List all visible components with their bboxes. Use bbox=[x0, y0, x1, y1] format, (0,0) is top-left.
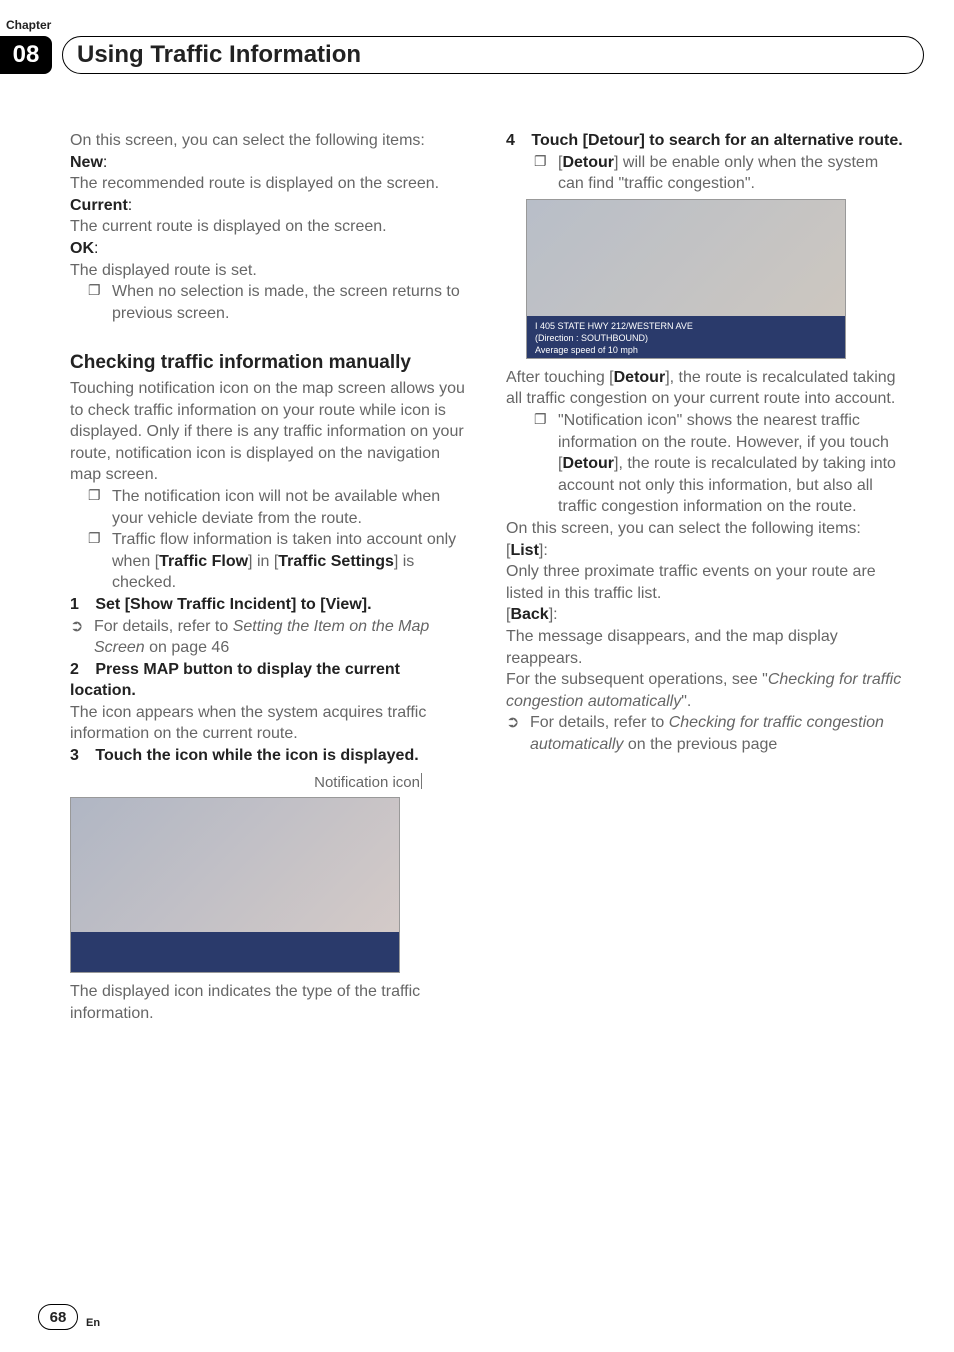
section-bullet-2: Traffic flow information is taken into a… bbox=[112, 529, 470, 594]
left-column: On this screen, you can select the follo… bbox=[70, 130, 470, 1024]
step-1-num: 1 bbox=[70, 596, 79, 613]
map-screenshot-2: I 405 STATE HWY 212/WESTERN AVE (Directi… bbox=[526, 199, 846, 359]
current-desc: The current route is displayed on the sc… bbox=[70, 216, 470, 238]
step-1: 1 Set [Show Traffic Incident] to [View]. bbox=[70, 594, 470, 616]
back-label: Back bbox=[510, 606, 548, 623]
step-2-text: Press MAP button to display the current … bbox=[70, 661, 400, 700]
b2-mid: ] in [ bbox=[248, 553, 278, 570]
step-2-desc: The icon appears when the system acquire… bbox=[70, 702, 470, 745]
banner-line-3: Average speed of 10 mph bbox=[535, 344, 837, 356]
map-banner bbox=[71, 932, 399, 972]
intro-text: On this screen, you can select the follo… bbox=[70, 130, 470, 152]
step-3-num: 3 bbox=[70, 747, 79, 764]
ok-desc: The displayed route is set. bbox=[70, 260, 470, 282]
back-row: [Back]: bbox=[506, 604, 906, 626]
chapter-number-badge: 08 bbox=[0, 36, 52, 74]
step-3-text: Touch the icon while the icon is display… bbox=[95, 747, 418, 764]
items-intro: On this screen, you can select the follo… bbox=[506, 518, 906, 540]
b2-traffic-settings: Traffic Settings bbox=[278, 553, 394, 570]
rref-pre: For details, refer to bbox=[530, 714, 669, 731]
img-desc: The displayed icon indicates the type of… bbox=[70, 981, 470, 1024]
s4b-detour: Detour bbox=[562, 154, 614, 171]
new-label: New bbox=[70, 154, 103, 171]
list-label: List bbox=[510, 542, 538, 559]
colon: : bbox=[128, 197, 132, 214]
notification-icon-caption: Notification icon bbox=[314, 774, 420, 791]
map-banner-2: I 405 STATE HWY 212/WESTERN AVE (Directi… bbox=[527, 316, 845, 358]
back-desc: The message disappears, and the map disp… bbox=[506, 626, 906, 669]
bullet-icon: ❐ bbox=[534, 152, 548, 195]
ref-post: on page 46 bbox=[145, 639, 230, 656]
ab-detour: Detour bbox=[562, 455, 614, 472]
page-number: 68 bbox=[38, 1304, 78, 1330]
step-4: 4 Touch [Detour] to search for an altern… bbox=[506, 130, 906, 152]
after-pre: After touching [ bbox=[506, 369, 614, 386]
banner-line-2: (Direction : SOUTHBOUND) bbox=[535, 332, 837, 344]
ok-label: OK bbox=[70, 240, 94, 257]
after-detour: Detour bbox=[614, 369, 666, 386]
page-language: En bbox=[86, 1317, 100, 1330]
step-1-ref: For details, refer to Setting the Item o… bbox=[94, 616, 470, 659]
colon: : bbox=[103, 154, 107, 171]
banner-line-1: I 405 STATE HWY 212/WESTERN AVE bbox=[535, 320, 837, 332]
step-1-text: Set [Show Traffic Incident] to [View]. bbox=[95, 596, 371, 613]
page-footer: 68 En bbox=[38, 1304, 100, 1330]
ref-pre: For details, refer to bbox=[94, 618, 233, 635]
map-screenshot-1 bbox=[70, 797, 400, 973]
chapter-title-bar: Using Traffic Information bbox=[62, 36, 924, 74]
chapter-label: Chapter bbox=[6, 18, 51, 32]
colon: : bbox=[94, 240, 98, 257]
subseq-post: ". bbox=[681, 693, 691, 710]
bullet-icon: ❐ bbox=[88, 486, 102, 529]
section-heading: Checking traffic information manually bbox=[70, 350, 470, 376]
caption-leader-line bbox=[421, 773, 422, 789]
bullet-icon: ❐ bbox=[88, 281, 102, 324]
section-bullet-1: The notification icon will not be availa… bbox=[112, 486, 470, 529]
bullet-icon: ❐ bbox=[88, 529, 102, 594]
rref-post: on the previous page bbox=[623, 736, 777, 753]
step-4-num: 4 bbox=[506, 132, 515, 149]
chapter-title: Using Traffic Information bbox=[77, 41, 361, 69]
b2-traffic-flow: Traffic Flow bbox=[159, 553, 248, 570]
list-row: [List]: bbox=[506, 540, 906, 562]
arrow-icon: ➲ bbox=[70, 616, 86, 659]
subseq-pre: For the subsequent operations, see " bbox=[506, 671, 768, 688]
step-2-num: 2 bbox=[70, 661, 79, 678]
step-4-bullet: [Detour] will be enable only when the sy… bbox=[558, 152, 906, 195]
after-detour-para: After touching [Detour], the route is re… bbox=[506, 367, 906, 410]
step-3: 3 Touch the icon while the icon is displ… bbox=[70, 745, 470, 767]
ok-bullet: When no selection is made, the screen re… bbox=[112, 281, 470, 324]
arrow-icon: ➲ bbox=[506, 712, 522, 755]
after-bullet: "Notification icon" shows the nearest tr… bbox=[558, 410, 906, 518]
bullet-icon: ❐ bbox=[534, 410, 548, 518]
section-para: Touching notification icon on the map sc… bbox=[70, 378, 470, 486]
current-label: Current bbox=[70, 197, 128, 214]
step-4-text: Touch [Detour] to search for an alternat… bbox=[531, 132, 902, 149]
right-column: 4 Touch [Detour] to search for an altern… bbox=[506, 130, 906, 1024]
list-desc: Only three proximate traffic events on y… bbox=[506, 561, 906, 604]
new-desc: The recommended route is displayed on th… bbox=[70, 173, 470, 195]
right-ref: For details, refer to Checking for traff… bbox=[530, 712, 906, 755]
step-2: 2 Press MAP button to display the curren… bbox=[70, 659, 470, 702]
subsequent-ops: For the subsequent operations, see "Chec… bbox=[506, 669, 906, 712]
